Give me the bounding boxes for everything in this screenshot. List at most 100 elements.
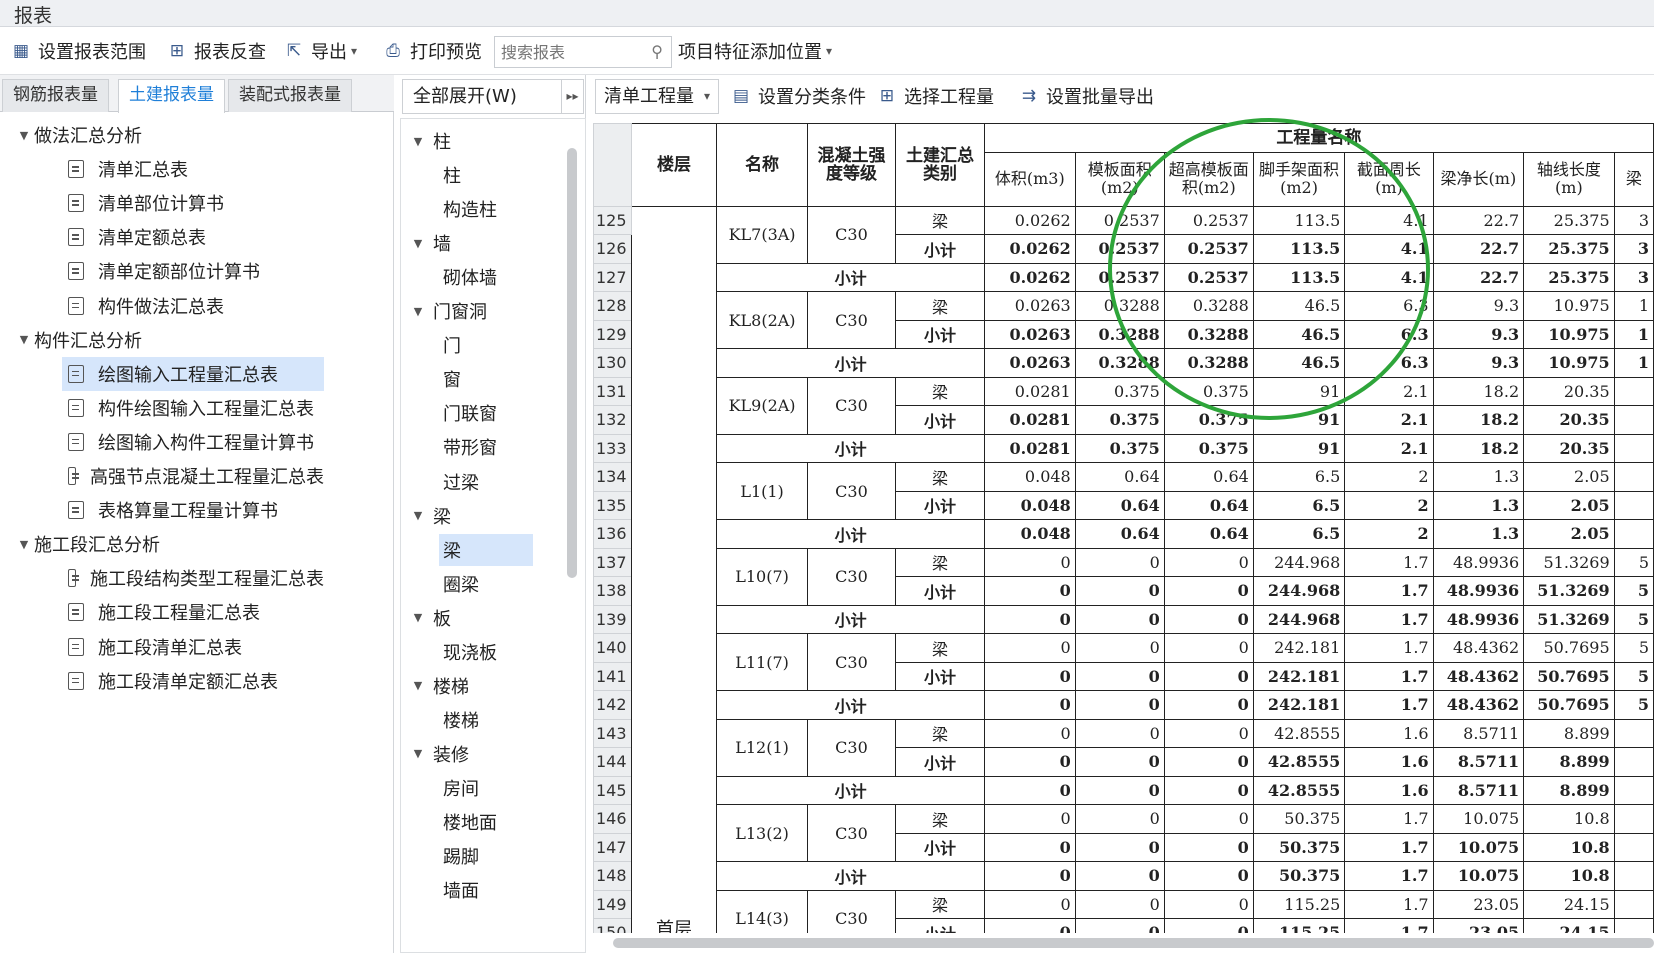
tree-group[interactable]: ▼ 做法汇总分析 [14,118,142,152]
component-item[interactable]: 墙面 [439,874,533,906]
component-item[interactable]: 门联窗 [439,397,533,429]
report-item[interactable]: 绘图输入构件工程量计算书 [62,425,324,459]
component-group[interactable]: ▼ 门窗洞 [409,295,487,327]
component-group-label: 柱 [433,132,451,153]
component-item[interactable]: 构造柱 [439,193,533,225]
quantity-type-select[interactable]: 清单工程量 ▾ [595,79,719,114]
component-item[interactable]: 房间 [439,772,533,804]
tab-rebar-report[interactable]: 钢筋报表量 [2,79,109,112]
collapse-arrow-icon[interactable]: ▼ [409,747,427,760]
search-icon[interactable]: ⚲ [651,42,663,61]
grade-cell: C30 [806,718,897,777]
report-item[interactable]: 施工段清单汇总表 [62,630,324,664]
batch-export-button[interactable]: ⇉ 设置批量导出 [1018,83,1154,109]
collapse-arrow-icon[interactable]: ▼ [14,538,34,551]
component-item[interactable]: 砌体墙 [439,261,533,293]
tab-civil-report[interactable]: 土建报表量 [118,79,225,113]
collapse-arrow-icon[interactable]: ▼ [14,129,34,142]
expand-all-button[interactable]: 全部展开(W) ▸▸ [402,79,584,114]
search-box[interactable]: ⚲ [494,36,672,68]
value-cell: 0 [983,604,1076,634]
value-cell: 0 [983,861,1076,891]
component-tree-scrollbar[interactable] [567,148,577,578]
report-item[interactable]: 施工段结构类型工程量汇总表 [62,561,324,595]
report-item[interactable]: 构件做法汇总表 [62,289,324,323]
document-icon [68,296,84,315]
report-item[interactable]: 清单部位计算书 [62,186,324,220]
component-item[interactable]: 梁 [439,533,533,566]
report-item[interactable]: 清单定额部位计算书 [62,254,324,288]
report-item[interactable]: 施工段工程量汇总表 [62,595,324,629]
value-cell: 0 [983,690,1076,720]
export-button[interactable]: ⇱ 导出 ▾ [283,38,357,64]
component-group[interactable]: ▼ 柱 [409,125,451,157]
report-item[interactable]: 绘图输入工程量汇总表 [62,356,324,391]
value-cell: 0 [983,804,1076,834]
component-item[interactable]: 圈梁 [439,568,533,600]
report-item[interactable]: 施工段清单定额汇总表 [62,664,324,698]
tab-prefab-report[interactable]: 装配式报表量 [228,79,352,112]
component-group[interactable]: ▼ 梁 [409,500,451,532]
select-quantity-button[interactable]: ⊞ 选择工程量 [876,83,994,109]
component-group[interactable]: ▼ 楼梯 [409,670,469,702]
component-item[interactable]: 楼地面 [439,806,533,838]
recheck-button[interactable]: ⊞ 报表反查 [166,38,266,64]
component-item[interactable]: 柱 [439,159,533,191]
value-cell: 0.2537 [1163,234,1254,264]
component-item[interactable]: 现浇板 [439,636,533,668]
value-cell: 0 [1074,604,1165,634]
collapse-arrow-icon[interactable]: ▼ [409,509,427,522]
report-item[interactable]: 构件绘图输入工程量汇总表 [62,391,324,425]
component-item[interactable]: 带形窗 [439,431,533,463]
feature-position-dropdown[interactable]: 项目特征添加位置 ▾ [678,38,832,64]
subtotal-cell: 小计 [895,234,985,264]
value-cell: 0 [1163,747,1254,777]
double-arrow-icon[interactable]: ▸▸ [561,80,583,113]
collapse-arrow-icon[interactable]: ▼ [409,135,427,148]
report-item[interactable]: 清单汇总表 [62,152,324,186]
value-cell: 0 [1074,547,1165,577]
value-cell: 0 [1074,576,1165,606]
grid-horizontal-scrollbar[interactable] [613,938,1654,948]
component-item[interactable]: 窗 [439,363,533,395]
component-item[interactable]: 踢脚 [439,840,533,872]
component-item-label: 楼地面 [443,813,497,834]
report-item[interactable]: 高强节点混凝土工程量汇总表 [62,459,324,493]
collapse-arrow-icon[interactable]: ▼ [409,305,427,318]
value-cell: 0.3288 [1074,319,1165,349]
value-cell: 1.7 [1344,661,1434,691]
value-cell: 1 [1613,348,1654,378]
collapse-arrow-icon[interactable]: ▼ [14,333,34,346]
component-group-label: 墙 [433,234,451,256]
collapse-arrow-icon[interactable]: ▼ [409,611,427,624]
set-category-button[interactable]: ▤ 设置分类条件 [730,83,866,109]
chevron-down-icon: ▾ [351,44,358,58]
report-item[interactable]: 表格算量工程量计算书 [62,493,324,527]
print-preview-button[interactable]: ⎙ 打印预览 [382,38,482,64]
set-range-button[interactable]: ▦ 设置报表范围 [10,38,146,64]
tree-group[interactable]: ▼ 施工段汇总分析 [14,527,160,561]
value-cell: 24.15 [1523,889,1615,919]
value-cell: 25.375 [1523,205,1615,235]
component-item-label: 带形窗 [443,438,497,460]
component-item[interactable]: 过梁 [439,466,533,498]
component-group[interactable]: ▼ 装修 [409,738,469,770]
value-cell: 20.35 [1523,433,1615,463]
value-cell: 48.9936 [1432,576,1525,606]
document-icon [68,228,84,247]
tree-group[interactable]: ▼ 构件汇总分析 [14,323,142,357]
row-number: 145 [593,775,632,805]
collapse-arrow-icon[interactable]: ▼ [409,237,427,250]
component-item[interactable]: 门 [439,329,533,361]
component-item[interactable]: 楼梯 [439,704,533,736]
value-cell: 8.5711 [1432,747,1525,777]
search-input[interactable] [495,37,635,67]
component-group[interactable]: ▼ 墙 [409,227,451,259]
component-group[interactable]: ▼ 板 [409,602,451,634]
report-toolbar: 清单工程量 ▾ ▤ 设置分类条件 ⊞ 选择工程量 ⇉ 设置批量导出 [593,75,1654,118]
subtotal-cell: 小计 [895,319,985,349]
report-item[interactable]: 清单定额总表 [62,220,324,254]
value-cell: 91 [1252,376,1346,406]
collapse-arrow-icon[interactable]: ▼ [409,679,427,692]
value-cell [1613,775,1654,805]
